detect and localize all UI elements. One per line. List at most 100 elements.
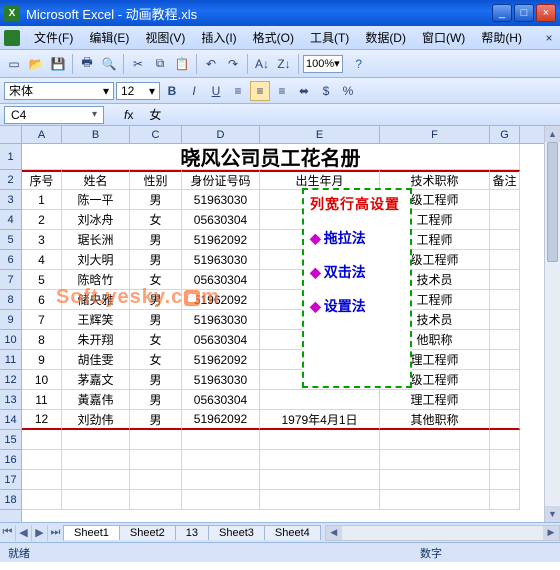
cell[interactable]: 51962092 [182,410,260,430]
menu-data[interactable]: 数据(D) [357,27,414,48]
cell[interactable] [490,450,520,470]
cell[interactable]: 51963030 [182,190,260,210]
cell[interactable]: 身份证号码 [182,170,260,190]
row-header[interactable]: 10 [0,330,21,350]
col-header[interactable]: E [260,126,380,143]
menu-insert[interactable]: 插入(I) [193,27,244,48]
cell[interactable] [380,450,490,470]
vertical-scrollbar[interactable]: ▲ ▼ [544,126,560,522]
cell[interactable] [260,430,380,450]
fx-icon[interactable]: fx [124,108,133,122]
cell[interactable]: 王辉笑 [62,310,130,330]
cell[interactable] [490,370,520,390]
cell[interactable]: 51963030 [182,250,260,270]
cell[interactable] [130,430,182,450]
cell[interactable]: 序号 [22,170,62,190]
tab-nav-first-icon[interactable]: ⏮ [0,525,16,541]
cell[interactable]: 男 [130,390,182,410]
row-header[interactable]: 5 [0,230,21,250]
cell[interactable]: 05630304 [182,390,260,410]
sort-asc-icon[interactable]: A↓ [252,54,272,74]
row-header[interactable]: 3 [0,190,21,210]
cell[interactable] [490,490,520,510]
cell[interactable] [490,310,520,330]
merge-icon[interactable]: ⬌ [294,81,314,101]
minimize-button[interactable]: _ [492,4,512,22]
scroll-right-icon[interactable]: ▶ [543,526,559,540]
cell[interactable]: 性别 [130,170,182,190]
close-button[interactable]: × [536,4,556,22]
align-left-icon[interactable]: ≡ [228,81,248,101]
maximize-button[interactable]: □ [514,4,534,22]
col-header[interactable]: G [490,126,520,143]
cell[interactable]: 05630304 [182,330,260,350]
open-icon[interactable]: 📂 [26,54,46,74]
cell[interactable] [490,250,520,270]
cell[interactable] [490,290,520,310]
cell[interactable]: 男 [130,230,182,250]
menu-edit[interactable]: 编辑(E) [81,27,137,48]
row-header[interactable]: 7 [0,270,21,290]
tab-nav-last-icon[interactable]: ⏭ [48,525,64,541]
cell[interactable] [490,390,520,410]
cell[interactable]: 女 [130,270,182,290]
cell[interactable]: 男 [130,250,182,270]
undo-icon[interactable]: ↶ [201,54,221,74]
cell[interactable]: 其他职称 [380,410,490,430]
percent-icon[interactable]: % [338,81,358,101]
row-header[interactable]: 11 [0,350,21,370]
cell[interactable] [130,490,182,510]
title-cell[interactable]: 晓风公司员工花名册 [22,144,520,170]
cell[interactable]: 刘冰舟 [62,210,130,230]
menu-file[interactable]: 文件(F) [26,27,81,48]
cell[interactable] [490,350,520,370]
cell[interactable] [182,490,260,510]
cell[interactable] [62,450,130,470]
menu-window[interactable]: 窗口(W) [414,27,473,48]
cell[interactable]: 3 [22,230,62,250]
cell[interactable]: 女 [130,350,182,370]
row-header[interactable]: 9 [0,310,21,330]
sheet-tab[interactable]: Sheet3 [208,525,265,540]
sheet-tab[interactable]: 13 [175,525,209,540]
cell[interactable]: 刘大明 [62,250,130,270]
underline-icon[interactable]: U [206,81,226,101]
row-headers[interactable]: 123456789101112131415161718 [0,144,22,522]
cell[interactable] [130,450,182,470]
cell[interactable] [22,450,62,470]
cell[interactable] [490,190,520,210]
cell[interactable] [490,330,520,350]
help-icon[interactable]: ? [349,54,369,74]
cell[interactable] [22,430,62,450]
row-header[interactable]: 17 [0,470,21,490]
cell[interactable]: 男 [130,190,182,210]
select-all-corner[interactable] [0,126,22,144]
col-header[interactable]: B [62,126,130,143]
cell[interactable]: 11 [22,390,62,410]
zoom-select[interactable]: 100%▾ [303,55,343,73]
cell[interactable]: 4 [22,250,62,270]
cell[interactable]: 出生年月 [260,170,380,190]
row-header[interactable]: 14 [0,410,21,430]
cell[interactable]: 陈一平 [62,190,130,210]
cell[interactable]: 6 [22,290,62,310]
cell[interactable] [490,410,520,430]
column-headers[interactable]: ABCDEFG [22,126,544,144]
cell[interactable] [62,490,130,510]
row-header[interactable]: 15 [0,430,21,450]
cell[interactable]: 51962092 [182,290,260,310]
cell[interactable] [62,430,130,450]
row-header[interactable]: 18 [0,490,21,510]
cell[interactable]: 男 [130,290,182,310]
cell[interactable] [22,470,62,490]
formula-input[interactable]: 女 [145,106,560,123]
cell[interactable]: 技术职称 [380,170,490,190]
row-header[interactable]: 8 [0,290,21,310]
cell[interactable]: 9 [22,350,62,370]
doc-close-icon[interactable]: × [542,31,556,45]
align-center-icon[interactable]: ≡ [250,81,270,101]
cell[interactable]: 5 [22,270,62,290]
row-header[interactable]: 6 [0,250,21,270]
currency-icon[interactable]: $ [316,81,336,101]
tab-nav-next-icon[interactable]: ▶ [32,525,48,541]
